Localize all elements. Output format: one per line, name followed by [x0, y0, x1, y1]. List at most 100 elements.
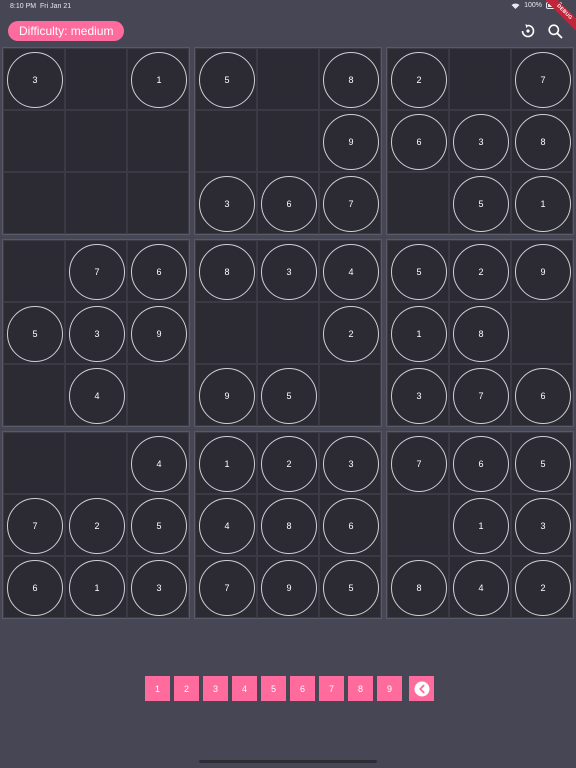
sudoku-cell[interactable] — [387, 494, 449, 556]
sudoku-cell[interactable]: 6 — [449, 432, 511, 494]
sudoku-cell[interactable]: 4 — [195, 494, 257, 556]
sudoku-cell[interactable]: 4 — [65, 364, 127, 426]
sudoku-cell[interactable]: 5 — [449, 172, 511, 234]
sudoku-cell[interactable]: 7 — [319, 172, 381, 234]
sudoku-cell[interactable] — [65, 110, 127, 172]
sudoku-cell[interactable] — [127, 364, 189, 426]
sudoku-cell[interactable]: 3 — [511, 494, 573, 556]
number-button-1[interactable]: 1 — [145, 676, 170, 701]
sudoku-cell[interactable]: 3 — [65, 302, 127, 364]
sudoku-cell[interactable]: 7 — [3, 494, 65, 556]
sudoku-cell[interactable]: 1 — [387, 302, 449, 364]
sudoku-cell[interactable] — [195, 110, 257, 172]
number-button-8[interactable]: 8 — [348, 676, 373, 701]
sudoku-cell[interactable] — [3, 364, 65, 426]
sudoku-cell[interactable]: 5 — [319, 556, 381, 618]
sudoku-cell[interactable]: 5 — [195, 48, 257, 110]
sudoku-cell[interactable]: 5 — [511, 432, 573, 494]
sudoku-cell[interactable]: 8 — [511, 110, 573, 172]
sudoku-cell[interactable]: 8 — [387, 556, 449, 618]
sudoku-cell[interactable] — [319, 364, 381, 426]
sudoku-cell[interactable]: 8 — [319, 48, 381, 110]
sudoku-cell[interactable]: 3 — [387, 364, 449, 426]
cell-value: 4 — [199, 498, 255, 554]
sudoku-cell[interactable]: 6 — [511, 364, 573, 426]
sudoku-cell[interactable]: 3 — [319, 432, 381, 494]
sudoku-cell[interactable]: 9 — [195, 364, 257, 426]
reset-icon[interactable] — [520, 23, 536, 39]
sudoku-cell[interactable]: 5 — [3, 302, 65, 364]
cell-value: 1 — [453, 498, 509, 554]
number-button-3[interactable]: 3 — [203, 676, 228, 701]
number-button-2[interactable]: 2 — [174, 676, 199, 701]
sudoku-cell[interactable] — [195, 302, 257, 364]
sudoku-cell[interactable] — [65, 432, 127, 494]
sudoku-cell[interactable]: 3 — [449, 110, 511, 172]
sudoku-cell[interactable]: 3 — [127, 556, 189, 618]
sudoku-cell[interactable]: 7 — [449, 364, 511, 426]
sudoku-cell[interactable] — [3, 240, 65, 302]
sudoku-cell[interactable] — [3, 172, 65, 234]
sudoku-box: 76513 842 — [386, 431, 574, 619]
sudoku-cell[interactable] — [257, 110, 319, 172]
sudoku-cell[interactable]: 6 — [3, 556, 65, 618]
sudoku-cell[interactable]: 2 — [449, 240, 511, 302]
sudoku-cell[interactable]: 7 — [195, 556, 257, 618]
sudoku-cell[interactable]: 1 — [449, 494, 511, 556]
sudoku-cell[interactable]: 3 — [257, 240, 319, 302]
number-button-7[interactable]: 7 — [319, 676, 344, 701]
sudoku-cell[interactable] — [257, 48, 319, 110]
sudoku-cell[interactable]: 2 — [387, 48, 449, 110]
sudoku-cell[interactable] — [127, 110, 189, 172]
sudoku-cell[interactable]: 2 — [511, 556, 573, 618]
sudoku-cell[interactable]: 3 — [195, 172, 257, 234]
back-button[interactable] — [409, 676, 434, 701]
number-button-5[interactable]: 5 — [261, 676, 286, 701]
sudoku-cell[interactable] — [127, 172, 189, 234]
sudoku-cell[interactable]: 6 — [257, 172, 319, 234]
sudoku-cell[interactable]: 6 — [127, 240, 189, 302]
sudoku-box: 123 486 795 — [194, 431, 382, 619]
sudoku-cell[interactable]: 8 — [257, 494, 319, 556]
number-button-6[interactable]: 6 — [290, 676, 315, 701]
sudoku-cell[interactable]: 1 — [195, 432, 257, 494]
sudoku-cell[interactable]: 2 — [319, 302, 381, 364]
sudoku-cell[interactable]: 9 — [257, 556, 319, 618]
sudoku-cell[interactable]: 6 — [319, 494, 381, 556]
cell-value: 5 — [391, 244, 447, 300]
sudoku-cell[interactable]: 8 — [195, 240, 257, 302]
cell-value: 8 — [261, 498, 317, 554]
search-icon[interactable] — [547, 23, 563, 39]
sudoku-cell[interactable] — [449, 48, 511, 110]
sudoku-cell[interactable]: 9 — [319, 110, 381, 172]
sudoku-cell[interactable] — [3, 110, 65, 172]
sudoku-cell[interactable] — [65, 172, 127, 234]
sudoku-cell[interactable] — [65, 48, 127, 110]
sudoku-cell[interactable]: 7 — [65, 240, 127, 302]
sudoku-cell[interactable]: 1 — [65, 556, 127, 618]
sudoku-cell[interactable]: 2 — [257, 432, 319, 494]
sudoku-cell[interactable] — [511, 302, 573, 364]
sudoku-cell[interactable]: 4 — [319, 240, 381, 302]
sudoku-cell[interactable] — [3, 432, 65, 494]
sudoku-cell[interactable]: 1 — [511, 172, 573, 234]
sudoku-cell[interactable]: 4 — [127, 432, 189, 494]
number-button-4[interactable]: 4 — [232, 676, 257, 701]
sudoku-cell[interactable]: 9 — [511, 240, 573, 302]
sudoku-cell[interactable]: 7 — [511, 48, 573, 110]
difficulty-button[interactable]: Difficulty: medium — [8, 21, 125, 41]
sudoku-cell[interactable]: 3 — [3, 48, 65, 110]
sudoku-cell[interactable]: 5 — [257, 364, 319, 426]
number-button-9[interactable]: 9 — [377, 676, 402, 701]
sudoku-cell[interactable]: 6 — [387, 110, 449, 172]
sudoku-cell[interactable]: 5 — [387, 240, 449, 302]
sudoku-cell[interactable] — [387, 172, 449, 234]
sudoku-cell[interactable]: 5 — [127, 494, 189, 556]
sudoku-cell[interactable]: 9 — [127, 302, 189, 364]
sudoku-cell[interactable]: 1 — [127, 48, 189, 110]
sudoku-cell[interactable]: 8 — [449, 302, 511, 364]
sudoku-cell[interactable]: 7 — [387, 432, 449, 494]
sudoku-cell[interactable]: 2 — [65, 494, 127, 556]
sudoku-cell[interactable] — [257, 302, 319, 364]
sudoku-cell[interactable]: 4 — [449, 556, 511, 618]
